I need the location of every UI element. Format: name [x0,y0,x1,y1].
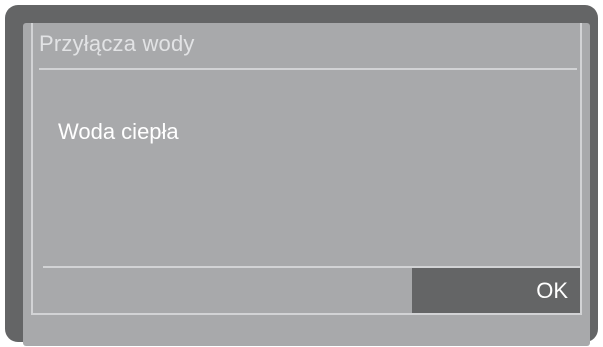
dialog-title: Przyłącza wody [39,31,195,56]
device-frame: Przyłącza wody Woda ciepła OK [5,5,598,346]
ok-button[interactable]: OK [412,268,580,313]
ok-button-label: OK [536,277,568,303]
dialog-message: Woda ciepła [58,119,179,144]
dialog-box: Przyłącza wody Woda ciepła OK [31,23,582,315]
title-divider [39,68,577,70]
display-screen: Przyłącza wody Woda ciepła OK [23,23,590,346]
